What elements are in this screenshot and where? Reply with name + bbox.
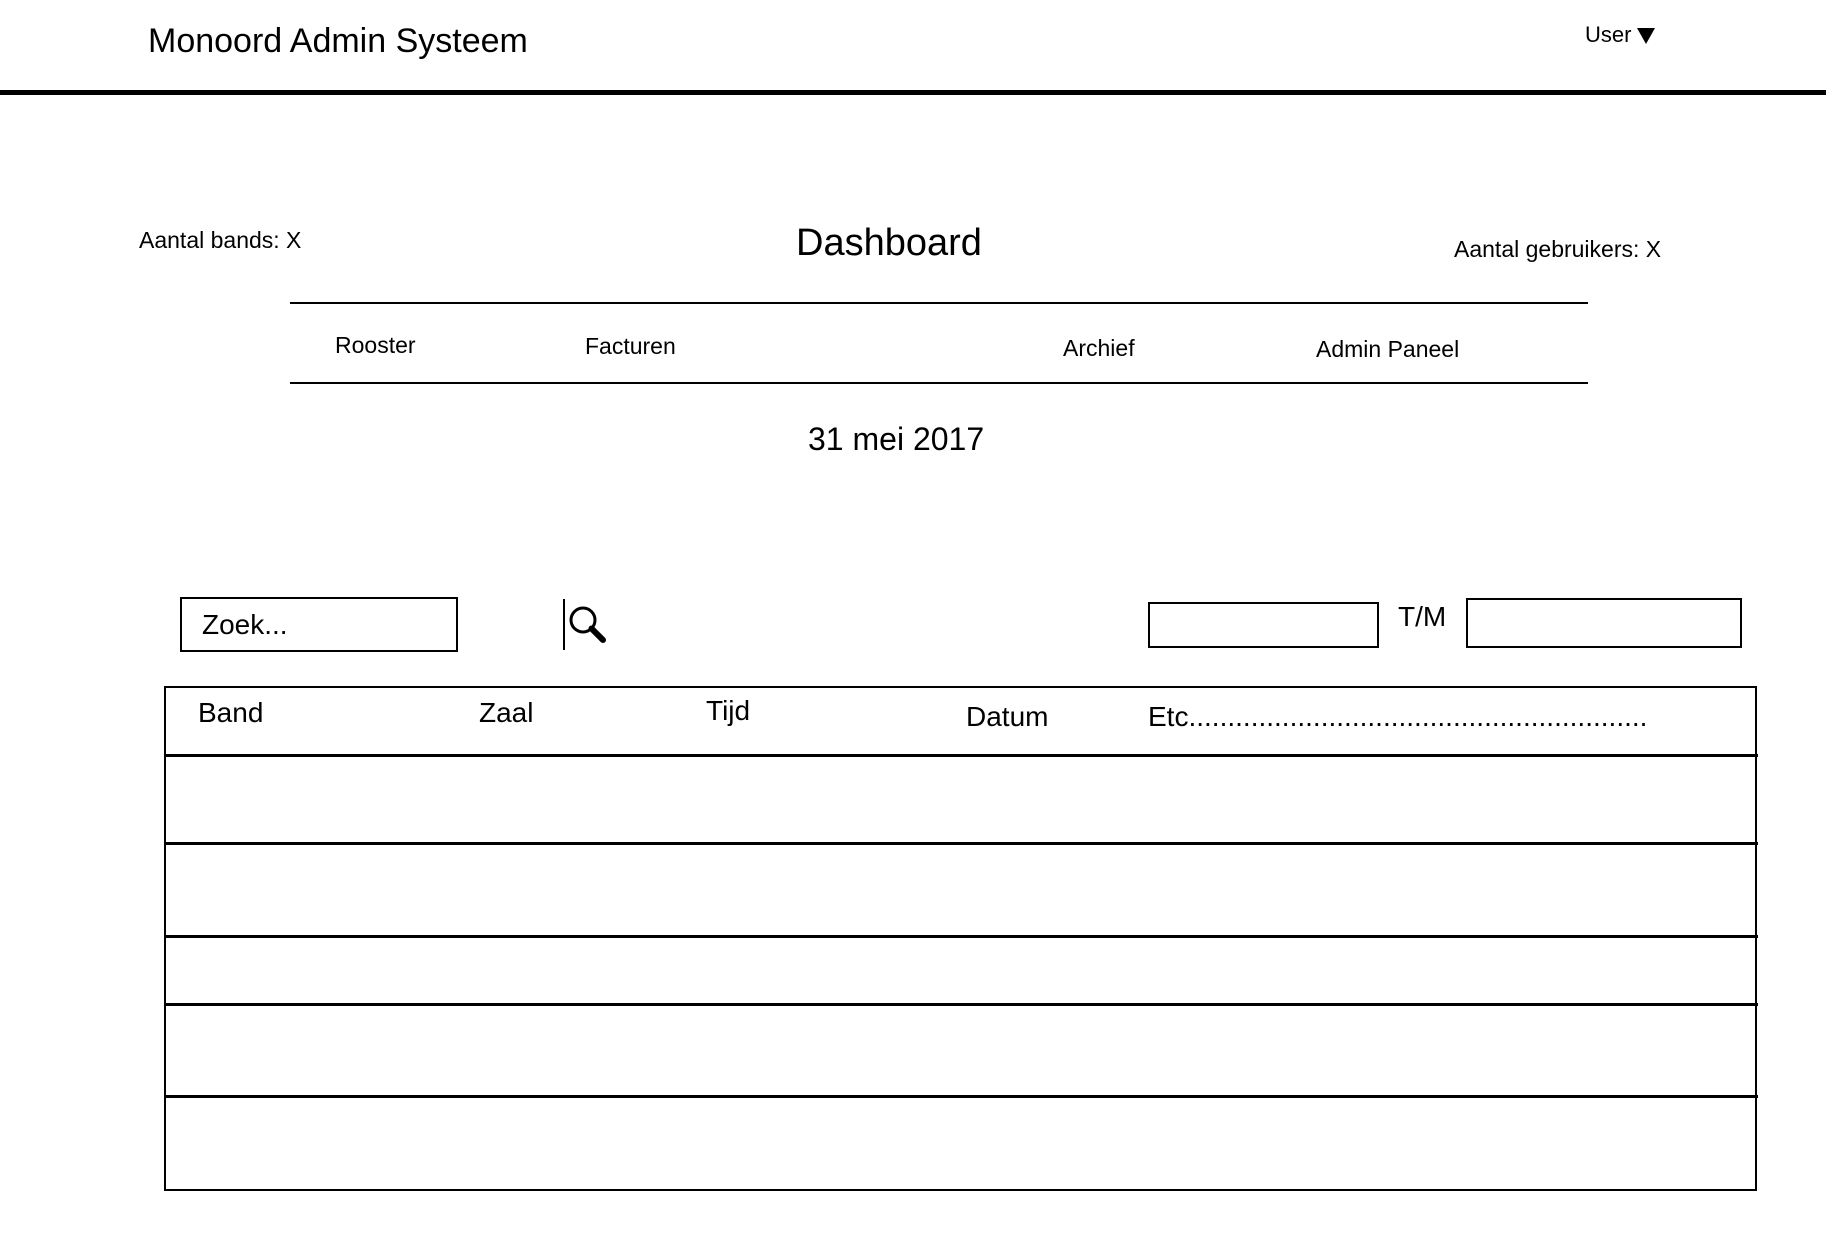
page-title: Dashboard — [796, 222, 982, 264]
table-row[interactable] — [166, 1098, 1755, 1188]
caret-down-icon — [1637, 28, 1656, 45]
app-title: Monoord Admin Systeem — [148, 22, 528, 60]
column-header-etc[interactable]: Etc.....................................… — [1148, 701, 1647, 733]
search-button[interactable] — [563, 599, 611, 650]
date-from-input[interactable] — [1150, 604, 1377, 646]
date-to-field[interactable] — [1466, 598, 1742, 648]
user-menu[interactable]: User — [1585, 22, 1656, 48]
column-header-zaal[interactable]: Zaal — [479, 697, 533, 729]
column-header-datum[interactable]: Datum — [966, 701, 1048, 733]
magnifier-icon — [569, 606, 606, 643]
date-range-separator: T/M — [1398, 601, 1447, 632]
header-divider — [0, 90, 1826, 95]
bands-count: Aantal bands: X — [139, 227, 302, 253]
nav-item-facturen[interactable]: Facturen — [585, 333, 676, 360]
user-menu-label: User — [1585, 22, 1632, 47]
nav-bottom-divider — [290, 382, 1588, 384]
column-header-band[interactable]: Band — [198, 697, 263, 729]
nav-item-admin-paneel[interactable]: Admin Paneel — [1316, 336, 1459, 363]
table-row[interactable] — [166, 845, 1755, 936]
table-row[interactable] — [166, 938, 1755, 1003]
search-input[interactable] — [182, 599, 563, 650]
nav-item-rooster[interactable]: Rooster — [335, 332, 416, 359]
column-header-tijd[interactable]: Tijd — [706, 695, 750, 727]
nav-item-archief[interactable]: Archief — [1063, 335, 1135, 362]
date-from-field[interactable] — [1148, 602, 1379, 648]
search-box — [180, 597, 606, 652]
users-count: Aantal gebruikers: X — [1454, 236, 1662, 262]
table-row[interactable] — [166, 757, 1755, 843]
table-row[interactable] — [166, 1006, 1755, 1095]
nav-top-divider — [290, 302, 1588, 304]
date-to-input[interactable] — [1468, 600, 1740, 646]
current-date: 31 mei 2017 — [808, 421, 985, 457]
